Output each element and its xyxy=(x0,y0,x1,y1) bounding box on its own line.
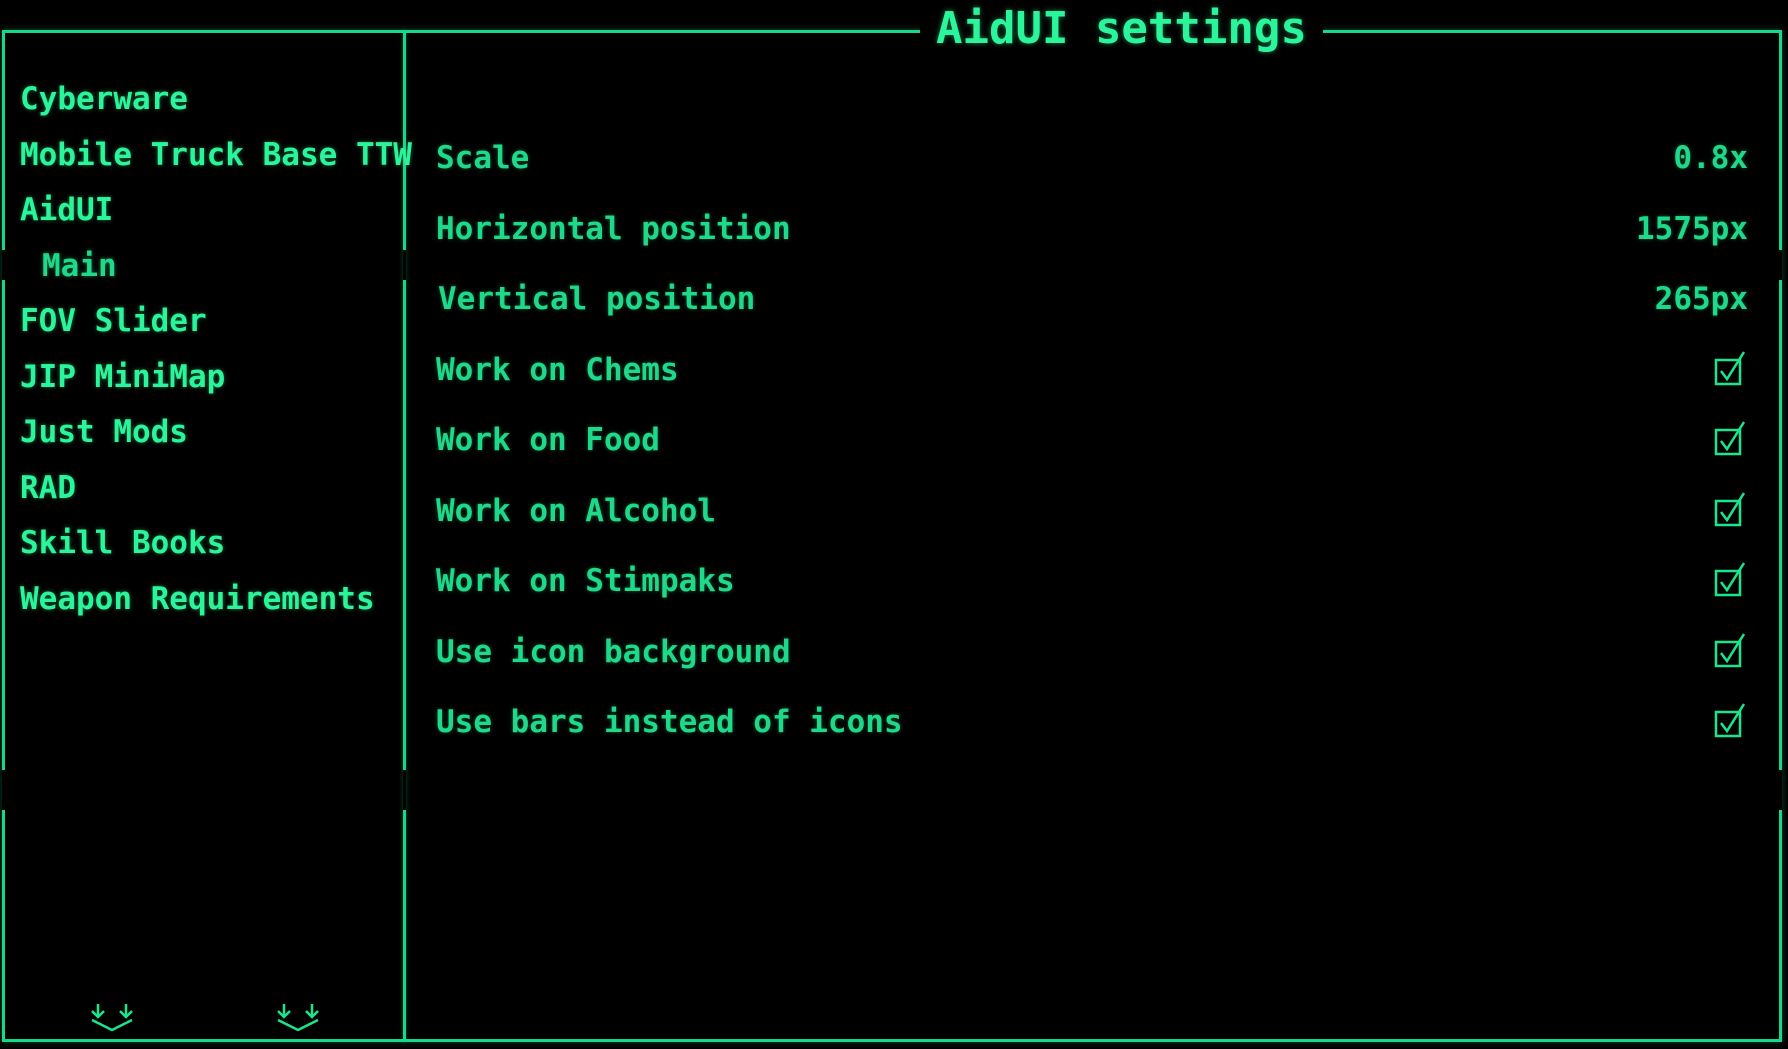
checkbox-checked-icon[interactable] xyxy=(1714,702,1746,740)
checkbox-checked-icon[interactable] xyxy=(1714,561,1746,599)
settings-list: Scale 0.8x Horizontal position 1575px Ve… xyxy=(436,126,1748,761)
setting-label: Horizontal position xyxy=(436,210,791,247)
checkbox-checked-icon[interactable] xyxy=(1714,491,1746,529)
sidebar-item-mobile-truck-base-ttw[interactable]: Mobile Truck Base TTW xyxy=(20,128,412,184)
setting-label: Use icon background xyxy=(436,633,791,670)
frame-edge-break xyxy=(2,250,5,280)
divider-break xyxy=(403,770,406,810)
setting-row-work-on-chems[interactable]: Work on Chems xyxy=(436,338,1748,409)
setting-row-work-on-stimpaks[interactable]: Work on Stimpaks xyxy=(436,549,1748,620)
sidebar-divider xyxy=(403,30,406,1042)
sidebar-item-weapon-requirements[interactable]: Weapon Requirements xyxy=(20,572,400,628)
setting-row-work-on-alcohol[interactable]: Work on Alcohol xyxy=(436,479,1748,550)
mod-list-sidebar: Cyberware Mobile Truck Base TTW AidUI Ma… xyxy=(20,72,412,628)
sidebar-item-fov-slider[interactable]: FOV Slider xyxy=(20,294,400,350)
checkbox-checked-icon[interactable] xyxy=(1714,350,1746,388)
scroll-down-icon[interactable] xyxy=(88,1002,138,1032)
title-bar: AidUI settings xyxy=(920,0,1323,60)
sidebar-subitem-main[interactable]: Main xyxy=(20,239,400,295)
setting-row-vertical-position[interactable]: Vertical position 265px xyxy=(436,267,1748,338)
setting-label: Use bars instead of icons xyxy=(436,704,903,740)
setting-row-work-on-food[interactable]: Work on Food xyxy=(436,408,1748,479)
setting-row-use-bars-instead-of-icons[interactable]: Use bars instead of icons xyxy=(436,690,1748,761)
checkbox-checked-icon[interactable] xyxy=(1714,632,1746,670)
setting-row-horizontal-position[interactable]: Horizontal position 1575px xyxy=(436,197,1748,268)
setting-row-scale[interactable]: Scale 0.8x xyxy=(436,126,1748,197)
sidebar-item-skill-books[interactable]: Skill Books xyxy=(20,516,400,572)
setting-label: Work on Chems xyxy=(436,351,679,388)
setting-label: Vertical position xyxy=(438,281,756,317)
sidebar-item-jip-minimap[interactable]: JIP MiniMap xyxy=(20,350,400,406)
scroll-down-icon[interactable] xyxy=(274,1002,324,1032)
page-title: AidUI settings xyxy=(936,3,1307,54)
setting-label: Work on Stimpaks xyxy=(436,563,735,599)
setting-value[interactable]: 0.8x xyxy=(1673,138,1748,178)
sidebar-item-cyberware[interactable]: Cyberware xyxy=(20,72,400,128)
divider-break xyxy=(403,250,406,280)
frame-edge-break xyxy=(2,770,5,810)
checkbox-checked-icon[interactable] xyxy=(1714,420,1746,458)
frame-edge-break xyxy=(1779,250,1782,280)
setting-row-use-icon-background[interactable]: Use icon background xyxy=(436,620,1748,691)
setting-label: Work on Food xyxy=(436,422,660,458)
setting-value[interactable]: 265px xyxy=(1655,279,1748,319)
sidebar-item-just-mods[interactable]: Just Mods xyxy=(20,405,400,461)
frame-edge-break xyxy=(1779,770,1782,810)
setting-label: Scale xyxy=(436,140,530,176)
setting-value[interactable]: 1575px xyxy=(1636,209,1748,249)
setting-label: Work on Alcohol xyxy=(436,492,716,529)
sidebar-item-rad[interactable]: RAD xyxy=(20,461,400,517)
sidebar-item-aidui[interactable]: AidUI xyxy=(20,183,400,239)
